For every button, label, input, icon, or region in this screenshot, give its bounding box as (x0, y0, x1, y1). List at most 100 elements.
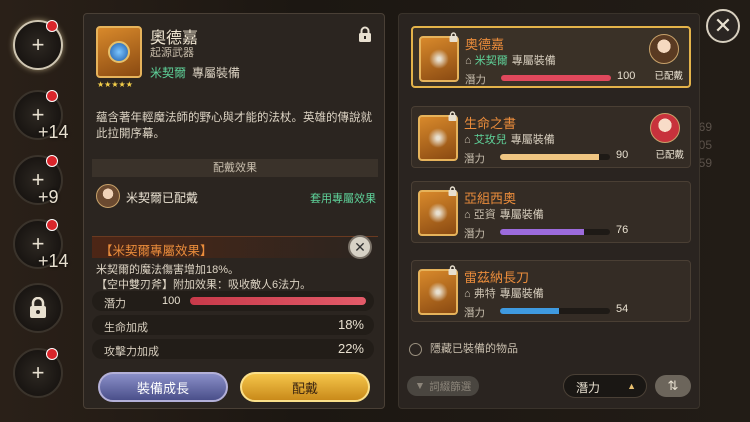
owner-tag: 專屬裝備 (499, 209, 544, 221)
lock-icon (449, 32, 458, 42)
equipment-card[interactable]: 雷茲納長刀 ⌂ 弗特 專屬裝備 潛力 54 (411, 260, 691, 322)
owner-tag: 專屬裝備 (511, 55, 556, 67)
owner-line: 米契爾 專屬裝備 (150, 64, 240, 81)
gem-icon (108, 41, 130, 63)
equipment-slot-locked[interactable] (13, 283, 63, 333)
alert-dot (46, 219, 58, 231)
equipment-detail-panel: ★★★★★ 奧德嘉 起源武器 米契爾 專屬裝備 蘊含著年輕魔法師的野心與才能的法杖… (83, 13, 385, 409)
filter-icon: ▼ (414, 380, 426, 392)
equipment-growth-button[interactable]: 裝備成長 (98, 372, 228, 402)
owner-name: 米契爾 (474, 55, 508, 67)
exclusive-effect-header: 【米契爾專屬效果】 ✕ (92, 235, 378, 259)
equipment-icon (418, 269, 458, 315)
equipment-owner: ⌂ 米契爾 專屬裝備 (465, 52, 556, 68)
stat-value: 18% (337, 317, 364, 332)
hero-avatar (649, 34, 679, 64)
potential-bar (500, 229, 610, 235)
equipment-owner: ⌂ 亞資 專屬裝備 (464, 206, 544, 222)
lock-icon (448, 265, 457, 275)
potential-bar-fill (500, 154, 599, 160)
owner-tag: 專屬裝備 (499, 288, 544, 300)
potential-bar-fill (190, 297, 366, 305)
exclusive-effect-title: 【米契爾專屬效果】 (100, 244, 213, 258)
equipped-text: 米契爾已配戴 (126, 191, 199, 205)
slot-count: +14 (38, 251, 69, 271)
plus-icon: + (31, 32, 45, 57)
stat-label: 生命加成 (104, 322, 148, 334)
affix-filter-label: 詞綴篩選 (429, 380, 472, 393)
avatar (96, 184, 120, 208)
sort-order-icon[interactable]: ⇅ (655, 375, 691, 397)
alert-dot (46, 348, 58, 360)
weapon-icon (96, 26, 142, 78)
potential-bar (500, 308, 610, 314)
lock-icon (30, 297, 46, 318)
tag-icon: ⌂ (464, 288, 474, 300)
equipment-name: 亞組西奧 (464, 191, 517, 206)
equipment-card[interactable]: 生命之書 ⌂ 艾玫兒 專屬裝備 潛力 90 已配戴 (411, 106, 691, 168)
potential-label: 潛力 (464, 228, 485, 240)
equipment-icon (418, 190, 458, 236)
potential-value: 54 (616, 303, 629, 315)
rarity-stars: ★★★★★ (97, 80, 133, 89)
potential-bar-fill (500, 308, 560, 314)
owner-name: 亞資 (473, 209, 496, 221)
affix-filter-button[interactable]: ▼ 詞綴篩選 (407, 376, 479, 396)
close-icon: ✕ (713, 13, 733, 38)
owner-name: 艾玫兒 (473, 134, 507, 146)
exclusive-effect-description: 米契爾的魔法傷害增加18%。 【空中雙刃斧】附加效果：吸收敵人6法力。 (96, 264, 312, 291)
equipment-icon (418, 115, 458, 161)
tag-icon: ⌂ (465, 55, 475, 67)
equipment-owner: ⌂ 艾玫兒 專屬裝備 (464, 131, 555, 147)
potential-bar-fill (500, 229, 584, 235)
hide-equipped-toggle[interactable]: 隱藏已裝備的物品 (409, 340, 518, 356)
hide-equipped-label: 隱藏已裝備的物品 (430, 343, 518, 355)
equipment-slot-6[interactable]: + (13, 348, 63, 398)
potential-bar-fill (501, 75, 611, 81)
potential-label: 潛力 (465, 74, 486, 86)
stat-label: 攻擊力加成 (104, 346, 159, 358)
stat-row-hp: 生命加成 18% (92, 315, 374, 335)
potential-bar (501, 75, 611, 81)
slot-count: +14 (38, 122, 69, 142)
sort-label: 潛力 (576, 381, 601, 395)
close-button[interactable]: ✕ (706, 9, 740, 43)
equipment-icon (419, 36, 459, 82)
lock-icon (448, 111, 457, 121)
lock-toggle-icon[interactable] (358, 26, 372, 42)
skill-toggle-icon[interactable]: ✕ (348, 235, 372, 259)
item-type: 起源武器 (150, 47, 194, 59)
equipped-owner-row: 米契爾已配戴 套用專屬效果 (96, 184, 376, 210)
owner-name: 弗特 (473, 288, 496, 300)
tag-icon: ⌂ (464, 134, 474, 146)
potential-label: 潛力 (104, 298, 126, 310)
potential-row: 潛力 100 (92, 291, 374, 311)
apply-exclusive-link[interactable]: 套用專屬效果 (310, 190, 376, 206)
equipment-name: 雷茲納長刀 (464, 270, 530, 285)
stat-row-attack: 攻擊力加成 22% (92, 339, 374, 359)
alert-dot (46, 20, 58, 32)
slot-count: +9 (38, 187, 59, 207)
plus-icon: + (31, 360, 45, 385)
hero-avatar (650, 113, 680, 143)
owner-tag: 專屬裝備 (510, 134, 555, 146)
equip-button[interactable]: 配戴 (240, 372, 370, 402)
potential-label: 潛力 (464, 307, 485, 319)
potential-value: 90 (616, 149, 629, 161)
equipment-list-panel: 奧德嘉 ⌂ 米契爾 專屬裝備 潛力 100 已配戴 生命之書 ⌂ 艾玫兒 專屬裝備 … (398, 13, 700, 409)
sort-dropdown[interactable]: 潛力 ▲ (563, 374, 647, 398)
owner-tag: 專屬裝備 (192, 66, 241, 80)
potential-bar (500, 154, 610, 160)
equipment-card[interactable]: 亞組西奧 ⌂ 亞資 專屬裝備 潛力 76 (411, 181, 691, 243)
equip-effect-title: 配戴效果 (92, 159, 378, 177)
equipment-card[interactable]: 奧德嘉 ⌂ 米契爾 專屬裝備 潛力 100 已配戴 (411, 26, 691, 88)
item-description: 蘊含著年輕魔法師的野心與才能的法杖。英雄的傳說就此拉開序幕。 (96, 112, 372, 140)
equipped-label: 已配戴 (654, 71, 683, 82)
equipment-name: 奧德嘉 (465, 37, 505, 52)
alert-dot (46, 90, 58, 102)
equipment-slot-1[interactable]: + (13, 20, 63, 70)
equipment-owner: ⌂ 弗特 專屬裝備 (464, 285, 544, 301)
lock-icon (448, 186, 457, 196)
equipment-name: 生命之書 (464, 116, 517, 131)
potential-value: 100 (617, 70, 636, 82)
